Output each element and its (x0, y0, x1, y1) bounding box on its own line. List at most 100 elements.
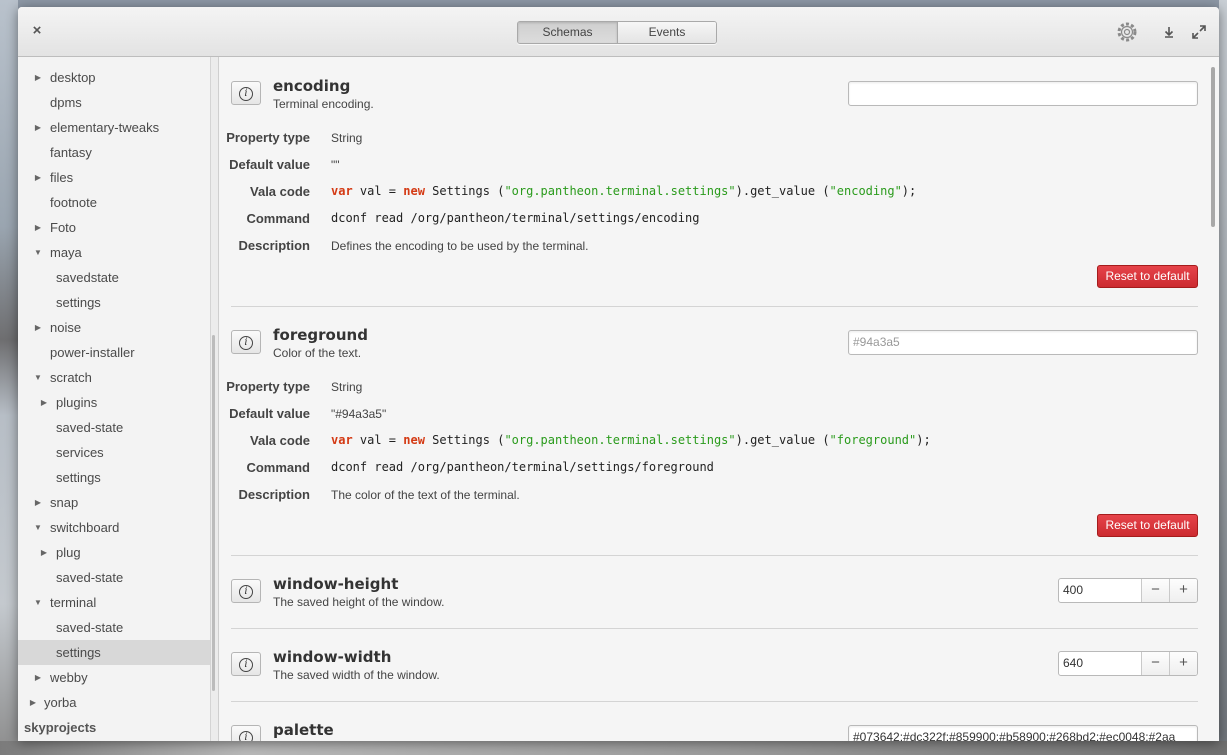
sidebar-item-label: plug (56, 545, 81, 560)
vala-string: "org.pantheon.terminal.settings" (504, 184, 736, 198)
sidebar-item-power-installer[interactable]: power-installer (18, 340, 210, 365)
gear-icon[interactable] (1116, 21, 1138, 43)
increment-button[interactable]: + (1169, 652, 1197, 675)
sidebar-item-settings[interactable]: settings (18, 290, 210, 315)
key-name-foreground: foreground (273, 326, 368, 344)
window-height-value[interactable]: 400 (1059, 579, 1141, 602)
sidebar-item-foto[interactable]: ▶ Foto (18, 215, 210, 240)
vala-code-part: ); (916, 433, 931, 447)
sidebar-item-webby[interactable]: ▶ webby (18, 665, 210, 690)
encoding-property-type: String (331, 131, 363, 145)
vala-code-part: Settings ( (424, 433, 505, 447)
expander-open-icon[interactable]: ▼ (33, 515, 43, 540)
sidebar-item-snap[interactable]: ▶ snap (18, 490, 210, 515)
window-width-spinbutton: 640 − + (1058, 651, 1198, 676)
sidebar-item-skyprojects[interactable]: skyprojects (18, 715, 210, 740)
sidebar-item-plugins[interactable]: ▶ plugins (18, 390, 210, 415)
sidebar-item-elementary-tweaks[interactable]: ▶ elementary-tweaks (18, 115, 210, 140)
window-height-info-button[interactable]: i (231, 579, 261, 603)
sidebar-item-maya[interactable]: ▼ maya (18, 240, 210, 265)
expander-closed-icon[interactable]: ▶ (33, 115, 43, 140)
sidebar-item-fantasy[interactable]: fantasy (18, 140, 210, 165)
close-button[interactable]: × (28, 21, 46, 41)
expander-closed-icon[interactable]: ▶ (33, 490, 43, 515)
key-summary-foreground: Color of the text. (273, 346, 362, 360)
sidebar-item-savedstate[interactable]: savedstate (18, 265, 210, 290)
separator (231, 701, 1198, 702)
encoding-info-button[interactable]: i (231, 81, 261, 105)
sidebar-item-footnote[interactable]: footnote (18, 190, 210, 215)
sidebar-item-label: switchboard (50, 520, 120, 535)
expander-closed-icon[interactable]: ▶ (33, 665, 43, 690)
vala-keyword: new (403, 433, 425, 447)
sidebar-item-label: terminal (50, 595, 97, 610)
sidebar-item-yorba[interactable]: ▶ yorba (18, 690, 210, 715)
default-value-label: Default value (229, 157, 310, 172)
sidebar-item-switchboard[interactable]: ▼ switchboard (18, 515, 210, 540)
sidebar-item-settings[interactable]: settings (18, 640, 210, 665)
separator (231, 306, 1198, 307)
palette-value-input[interactable]: #073642:#dc322f:#859900:#b58900:#268bd2:… (848, 725, 1198, 741)
download-icon[interactable] (1158, 21, 1180, 43)
key-summary-encoding: Terminal encoding. (273, 97, 374, 111)
info-icon: i (239, 657, 253, 672)
expander-closed-icon[interactable]: ▶ (33, 215, 43, 240)
sidebar-item-label: saved-state (56, 570, 124, 585)
tab-schemas[interactable]: Schemas (518, 22, 617, 43)
info-icon: i (239, 86, 253, 101)
palette-info-button[interactable]: i (231, 725, 261, 741)
expander-closed-icon[interactable]: ▶ (33, 315, 43, 340)
expander-closed-icon[interactable]: ▶ (39, 540, 49, 565)
key-name-palette: palette (273, 721, 334, 739)
sidebar-item-label: power-installer (50, 345, 135, 360)
encoding-default-value: "" (331, 158, 340, 172)
sidebar-item-label: yorba (44, 695, 77, 710)
vala-keyword: var (331, 433, 353, 447)
fullscreen-icon[interactable] (1188, 21, 1210, 43)
encoding-value-input[interactable] (848, 81, 1198, 106)
sidebar-item-label: footnote (50, 195, 97, 210)
decrement-button[interactable]: − (1141, 579, 1169, 602)
encoding-reset-button[interactable]: Reset to default (1097, 265, 1198, 288)
sidebar-scrollbar[interactable] (212, 335, 215, 691)
sidebar-item-scratch[interactable]: ▼ scratch (18, 365, 210, 390)
sidebar-item-saved-state[interactable]: saved-state (18, 615, 210, 640)
vala-code-part: Settings ( (424, 184, 505, 198)
expander-closed-icon[interactable]: ▶ (33, 165, 43, 190)
window-width-value[interactable]: 640 (1059, 652, 1141, 675)
expander-closed-icon[interactable]: ▶ (39, 390, 49, 415)
sidebar-item-dpms[interactable]: dpms (18, 90, 210, 115)
decrement-button[interactable]: − (1141, 652, 1169, 675)
vala-keyword: var (331, 184, 353, 198)
foreground-info-button[interactable]: i (231, 330, 261, 354)
command-label: Command (246, 460, 310, 475)
dconf-editor-window: × Schemas Events ▶ desktop dpms ▶ elementary… (18, 7, 1219, 741)
foreground-reset-button[interactable]: Reset to default (1097, 514, 1198, 537)
sidebar-item-noise[interactable]: ▶ noise (18, 315, 210, 340)
sidebar-item-settings[interactable]: settings (18, 465, 210, 490)
sidebar-item-plug[interactable]: ▶ plug (18, 540, 210, 565)
expander-open-icon[interactable]: ▼ (33, 240, 43, 265)
sidebar-item-services[interactable]: services (18, 440, 210, 465)
sidebar-item-label: saved-state (56, 420, 124, 435)
vala-string: "org.pantheon.terminal.settings" (504, 433, 736, 447)
tab-events[interactable]: Events (617, 22, 716, 43)
keys-panel-scrollbar[interactable] (1211, 67, 1215, 227)
schema-tree-sidebar: ▶ desktop dpms ▶ elementary-tweaks fantasy ▶ fi… (18, 57, 211, 741)
encoding-vala-code: var val = new Settings ("org.pantheon.te… (331, 184, 916, 198)
info-icon: i (239, 335, 253, 350)
sidebar-item-saved-state[interactable]: saved-state (18, 415, 210, 440)
expander-open-icon[interactable]: ▼ (33, 590, 43, 615)
expander-closed-icon[interactable]: ▶ (28, 690, 38, 715)
sidebar-item-desktop[interactable]: ▶ desktop (18, 65, 210, 90)
sidebar-item-saved-state[interactable]: saved-state (18, 565, 210, 590)
increment-button[interactable]: + (1169, 579, 1197, 602)
sidebar-item-terminal[interactable]: ▼ terminal (18, 590, 210, 615)
foreground-value-input[interactable]: #94a3a5 (848, 330, 1198, 355)
sidebar-item-files[interactable]: ▶ files (18, 165, 210, 190)
command-label: Command (246, 211, 310, 226)
expander-closed-icon[interactable]: ▶ (33, 65, 43, 90)
expander-open-icon[interactable]: ▼ (33, 365, 43, 390)
window-width-info-button[interactable]: i (231, 652, 261, 676)
key-name-encoding: encoding (273, 77, 351, 95)
